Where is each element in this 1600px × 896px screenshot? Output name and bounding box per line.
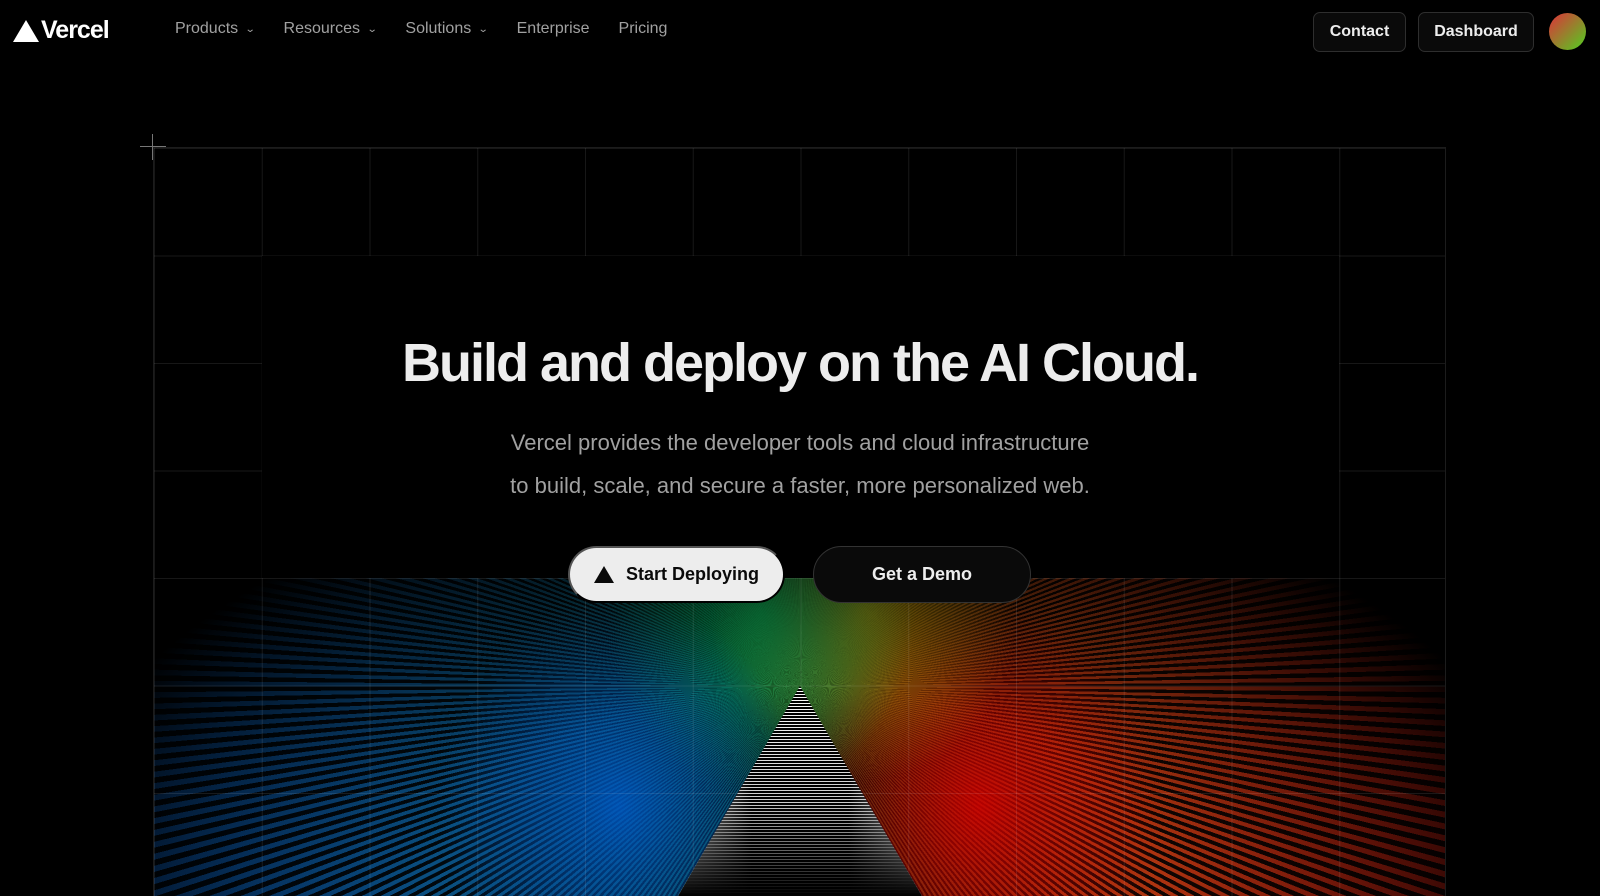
top-nav: Vercel Products ⌄ Resources ⌄ Solutions ⌄ E… <box>0 0 1600 62</box>
contact-button[interactable]: Contact <box>1313 12 1406 52</box>
get-demo-button[interactable]: Get a Demo <box>813 546 1031 603</box>
get-demo-label: Get a Demo <box>871 564 973 584</box>
nav-label: Products <box>175 20 239 37</box>
vercel-triangle-icon <box>13 19 39 42</box>
nav-label: Enterprise <box>516 20 590 37</box>
start-deploying-label: Start Deploying <box>625 564 759 584</box>
avatar[interactable] <box>1549 13 1586 50</box>
chevron-down-icon: ⌄ <box>366 23 378 35</box>
hero-subtitle-line1: Vercel provides the developer tools and … <box>510 430 1090 455</box>
nav-label: Resources <box>283 20 361 37</box>
hero-subtitle-line2: to build, scale, and secure a faster, mo… <box>510 473 1090 498</box>
nav-products[interactable]: Products ⌄ <box>175 20 256 38</box>
chevron-down-icon: ⌄ <box>244 23 256 35</box>
nav-resources[interactable]: Resources ⌄ <box>283 20 378 38</box>
nav-menu: Products ⌄ Resources ⌄ Solutions ⌄ Enterpri… <box>175 20 696 38</box>
nav-solutions[interactable]: Solutions ⌄ <box>405 20 489 38</box>
nav-label: Solutions <box>405 20 472 37</box>
hero-text-area <box>261 255 1340 578</box>
nav-label: Pricing <box>618 20 668 37</box>
hero-title: Build and deploy on the AI Cloud. <box>402 333 1200 393</box>
vercel-triangle-icon <box>593 566 614 583</box>
dashboard-button[interactable]: Dashboard <box>1418 12 1534 52</box>
brand-name: Vercel <box>41 16 110 44</box>
chevron-down-icon: ⌄ <box>477 23 489 35</box>
plus-icon <box>140 134 166 160</box>
start-deploying-button[interactable]: Start Deploying <box>568 546 785 603</box>
vercel-logo[interactable]: Vercel <box>13 16 110 45</box>
nav-pricing[interactable]: Pricing <box>619 20 668 38</box>
nav-enterprise[interactable]: Enterprise <box>517 20 590 38</box>
